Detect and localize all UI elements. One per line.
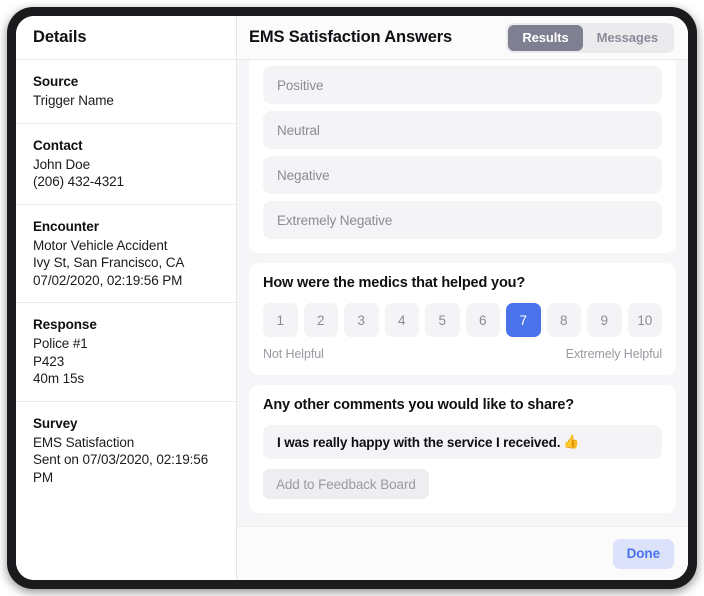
detail-section-value: Sent on 07/03/2020, 02:19:56 PM (33, 452, 209, 485)
detail-section-value: (206) 432-4321 (33, 174, 124, 189)
rating-option-3[interactable]: 3 (344, 303, 379, 337)
page-title: EMS Satisfaction Answers (249, 28, 453, 46)
answers-scroll-area[interactable]: Positive Neutral Negative Extremely Negativ… (237, 60, 688, 526)
rating-question-label: How were the medics that helped you? (263, 275, 526, 291)
rating-option-1[interactable]: 1 (263, 303, 298, 337)
detail-section-value: Police #1 (33, 336, 88, 351)
detail-section: Encounter Motor Vehicle Accident Ivy St, S… (16, 205, 236, 303)
comment-answer-box: I was really happy with the service I re… (263, 425, 662, 459)
detail-section-value: EMS Satisfaction (33, 434, 135, 450)
dialog-footer: Done (237, 526, 688, 580)
main-panel: EMS Satisfaction Answers Results Messages… (237, 16, 688, 580)
detail-section-label: Contact (33, 137, 83, 153)
comments-question-label: Any other comments you would like to sha… (263, 397, 574, 413)
tab-results[interactable]: Results (508, 24, 583, 51)
detail-section: Response Police #1 P423 40m 15s (16, 303, 236, 402)
rating-option-8[interactable]: 8 (546, 303, 581, 337)
answer-option[interactable]: Extremely Negative (263, 201, 662, 239)
comments-card: Any other comments you would like to sha… (249, 385, 676, 513)
rating-question-card: How were the medics that helped you? 123… (249, 263, 676, 375)
rating-option-5[interactable]: 5 (425, 303, 460, 337)
sidebar-header: Details (16, 16, 236, 60)
details-sidebar: Details Source Trigger Name Contact John Do… (16, 16, 237, 580)
sidebar-title: Details (33, 28, 87, 46)
thumbs-up-icon: 👍 (563, 434, 580, 449)
answer-option[interactable]: Neutral (263, 111, 662, 149)
detail-section-value: Trigger Name (33, 93, 114, 108)
rating-option-9[interactable]: 9 (587, 303, 622, 337)
comment-answer-text: I was really happy with the service I re… (277, 434, 561, 450)
detail-section-value: Ivy St, San Francisco, CA (33, 255, 185, 270)
tab-messages[interactable]: Messages (583, 25, 672, 51)
answer-options-card: Positive Neutral Negative Extremely Negativ… (249, 60, 676, 253)
detail-section-label: Encounter (33, 218, 99, 234)
detail-section-label: Response (33, 317, 97, 332)
add-to-feedback-board-button[interactable]: Add to Feedback Board (263, 469, 429, 499)
detail-section-value: 40m 15s (33, 371, 85, 386)
detail-section-value: John Doe (33, 156, 90, 172)
rating-legend: Not Helpful Extremely Helpful (263, 347, 662, 361)
window-frame: Details Source Trigger Name Contact John Do… (7, 7, 697, 589)
tab-group: Results Messages (506, 22, 674, 53)
detail-section: Contact John Doe (206) 432-4321 (16, 124, 236, 205)
rating-option-6[interactable]: 6 (465, 303, 500, 337)
rating-option-2[interactable]: 2 (303, 303, 338, 337)
answer-option[interactable]: Positive (263, 66, 662, 104)
rating-scale[interactable]: 1 2 3 4 5 6 7 8 9 10 (263, 303, 662, 337)
detail-section-label: Survey (33, 415, 78, 431)
done-button[interactable]: Done (612, 538, 674, 569)
rating-option-10[interactable]: 10 (627, 303, 662, 337)
detail-section-value: 07/02/2020, 02:19:56 PM (33, 272, 183, 288)
rating-option-7[interactable]: 7 (506, 303, 541, 337)
detail-section-value: Motor Vehicle Accident (33, 237, 168, 253)
detail-section: Survey EMS Satisfaction Sent on 07/03/2020… (16, 402, 236, 500)
window-body: Details Source Trigger Name Contact John Do… (16, 16, 688, 580)
sidebar-section-list: Source Trigger Name Contact John Doe (206) 4… (16, 60, 236, 499)
rating-high-label: Extremely Helpful (565, 347, 662, 361)
rating-low-label: Not Helpful (263, 347, 324, 361)
answer-option[interactable]: Negative (263, 156, 662, 194)
main-header: EMS Satisfaction Answers Results Messages (237, 16, 688, 60)
rating-option-4[interactable]: 4 (384, 303, 419, 337)
detail-section-label: Source (33, 74, 79, 89)
answer-option-list: Positive Neutral Negative Extremely Negativ… (263, 66, 662, 239)
detail-section-value: P423 (33, 353, 65, 369)
detail-section: Source Trigger Name (16, 60, 236, 124)
